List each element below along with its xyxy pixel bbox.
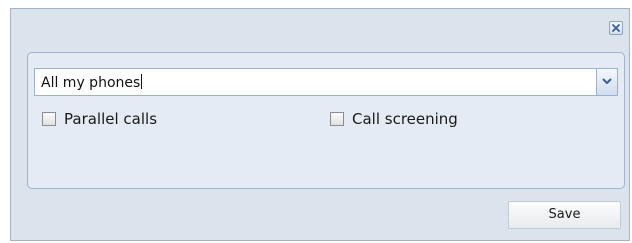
combobox-input[interactable]: All my phones	[41, 74, 143, 92]
parallel-calls-checkbox[interactable]	[42, 112, 56, 126]
call-screening-label: Call screening	[352, 110, 458, 128]
close-icon	[612, 24, 620, 32]
call-screening-checkbox[interactable]	[330, 112, 344, 126]
parallel-calls-label: Parallel calls	[64, 110, 158, 128]
text-caret	[141, 74, 143, 89]
chevron-down-icon	[602, 78, 612, 84]
dialog-window: All my phones Parallel calls Call screen…	[10, 8, 630, 241]
save-button[interactable]: Save	[508, 201, 621, 229]
combobox-value: All my phones	[41, 75, 141, 91]
close-button[interactable]	[609, 21, 623, 35]
forwarding-panel: All my phones Parallel calls Call screen…	[27, 52, 625, 189]
parallel-calls-option[interactable]: Parallel calls	[42, 109, 157, 129]
combobox-trigger[interactable]	[596, 69, 617, 95]
phones-combobox[interactable]: All my phones	[34, 68, 618, 96]
call-screening-option[interactable]: Call screening	[330, 109, 458, 129]
